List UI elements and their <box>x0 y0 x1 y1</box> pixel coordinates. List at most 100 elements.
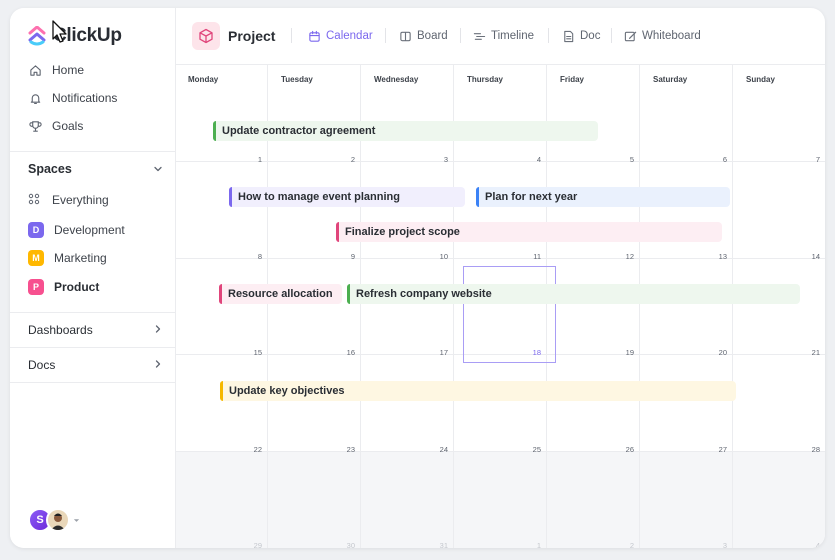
day-number[interactable]: 22 <box>242 445 262 454</box>
space-badge: M <box>28 250 44 266</box>
nav-item-goals[interactable]: Goals <box>28 116 83 136</box>
event-refresh-company-website[interactable]: Refresh company website <box>347 284 800 304</box>
weekday-header: Wednesday <box>374 75 419 84</box>
day-number[interactable]: 28 <box>800 445 820 454</box>
day-number[interactable]: 30 <box>335 541 355 548</box>
caret-down-icon[interactable] <box>73 517 80 524</box>
day-number[interactable]: 23 <box>335 445 355 454</box>
chevron-right-icon[interactable] <box>153 324 163 334</box>
tab-board[interactable]: Board <box>398 29 448 43</box>
today-cell-highlight[interactable] <box>463 266 556 363</box>
chevron-down-icon[interactable] <box>153 164 163 174</box>
weekday-header: Saturday <box>653 75 688 84</box>
dashboards-link[interactable]: Dashboards <box>28 323 93 337</box>
calendar-grid: Monday Tuesday Wednesday Thursday Friday… <box>176 65 825 548</box>
day-number[interactable]: 24 <box>428 445 448 454</box>
calendar-icon <box>307 29 321 43</box>
person-icon <box>51 513 65 530</box>
tab-label: Calendar <box>326 30 373 42</box>
grid-column-line <box>732 65 733 548</box>
day-number[interactable]: 17 <box>428 348 448 357</box>
day-number[interactable]: 4 <box>521 155 541 164</box>
day-number[interactable]: 15 <box>242 348 262 357</box>
event-resource-allocation[interactable]: Resource allocation <box>219 284 342 304</box>
trophy-icon <box>28 119 42 133</box>
tab-doc[interactable]: Doc <box>561 29 600 43</box>
day-number[interactable]: 6 <box>707 155 727 164</box>
avatar-photo <box>46 508 70 532</box>
day-number[interactable]: 2 <box>614 541 634 548</box>
day-number[interactable]: 14 <box>800 252 820 261</box>
day-number-today[interactable]: 18 <box>521 348 541 357</box>
space-label: Marketing <box>54 251 107 265</box>
day-number[interactable]: 10 <box>428 252 448 261</box>
space-everything[interactable]: Everything <box>28 190 109 210</box>
day-number[interactable]: 12 <box>614 252 634 261</box>
docs-link[interactable]: Docs <box>28 358 55 372</box>
space-development[interactable]: D Development <box>28 220 125 240</box>
sidebar-divider <box>10 382 176 383</box>
view-header: Project Calendar Board Timeline Doc Whit… <box>176 8 825 65</box>
spaces-heading: Spaces <box>28 162 72 176</box>
project-title: Project <box>228 28 276 44</box>
event-finalize-project-scope[interactable]: Finalize project scope <box>336 222 722 242</box>
tab-whiteboard[interactable]: Whiteboard <box>623 29 701 43</box>
weekday-header: Sunday <box>746 75 775 84</box>
space-product[interactable]: P Product <box>28 277 99 297</box>
app-window: ClickUp Home Notifications Goals Spaces <box>10 8 825 548</box>
space-label: Product <box>54 280 100 294</box>
day-number[interactable]: 2 <box>335 155 355 164</box>
day-number[interactable]: 25 <box>521 445 541 454</box>
event-update-key-objectives[interactable]: Update key objectives <box>220 381 736 401</box>
day-number[interactable]: 27 <box>707 445 727 454</box>
event-plan-next-year[interactable]: Plan for next year <box>476 187 730 207</box>
day-number[interactable]: 11 <box>521 252 541 261</box>
whiteboard-icon <box>623 29 637 43</box>
weekday-header: Friday <box>560 75 585 84</box>
nav-item-notifications[interactable]: Notifications <box>28 88 117 108</box>
tab-label: Board <box>417 30 448 42</box>
day-number[interactable]: 16 <box>335 348 355 357</box>
event-update-contractor-agreement[interactable]: Update contractor agreement <box>213 121 598 141</box>
tab-label: Whiteboard <box>642 30 701 42</box>
chevron-right-icon[interactable] <box>153 359 163 369</box>
day-number[interactable]: 3 <box>707 541 727 548</box>
day-number[interactable]: 1 <box>521 541 541 548</box>
day-number[interactable]: 20 <box>707 348 727 357</box>
home-icon <box>28 63 42 77</box>
day-number[interactable]: 26 <box>614 445 634 454</box>
day-number[interactable]: 13 <box>707 252 727 261</box>
day-number[interactable]: 31 <box>428 541 448 548</box>
tab-calendar[interactable]: Calendar <box>307 29 373 43</box>
timeline-icon <box>472 29 486 43</box>
day-number[interactable]: 8 <box>242 252 262 261</box>
nav-item-label: Home <box>52 63 85 77</box>
space-marketing[interactable]: M Marketing <box>28 248 107 268</box>
day-number[interactable]: 3 <box>428 155 448 164</box>
user-avatars[interactable]: S <box>28 508 80 532</box>
day-number[interactable]: 1 <box>242 155 262 164</box>
space-badge: P <box>28 279 44 295</box>
day-number[interactable]: 29 <box>242 541 262 548</box>
doc-icon <box>561 29 575 43</box>
event-manage-event-planning[interactable]: How to manage event planning <box>229 187 465 207</box>
clickup-logo-icon <box>28 26 46 46</box>
day-number[interactable]: 4 <box>800 541 820 548</box>
tab-separator <box>385 28 386 43</box>
weekday-header: Monday <box>188 75 219 84</box>
clickup-logo[interactable]: ClickUp <box>27 24 122 48</box>
grid-column-line <box>639 65 640 548</box>
day-number[interactable]: 19 <box>614 348 634 357</box>
space-badge: D <box>28 222 44 238</box>
tab-timeline[interactable]: Timeline <box>472 29 534 43</box>
tab-label: Doc <box>580 30 601 42</box>
nav-item-label: Notifications <box>52 91 118 105</box>
day-number[interactable]: 7 <box>800 155 820 164</box>
day-number[interactable]: 5 <box>614 155 634 164</box>
day-number[interactable]: 9 <box>335 252 355 261</box>
cube-icon <box>192 22 220 50</box>
nav-item-home[interactable]: Home <box>28 60 84 80</box>
day-number[interactable]: 21 <box>800 348 820 357</box>
board-icon <box>398 29 412 43</box>
sidebar-divider <box>10 347 176 348</box>
